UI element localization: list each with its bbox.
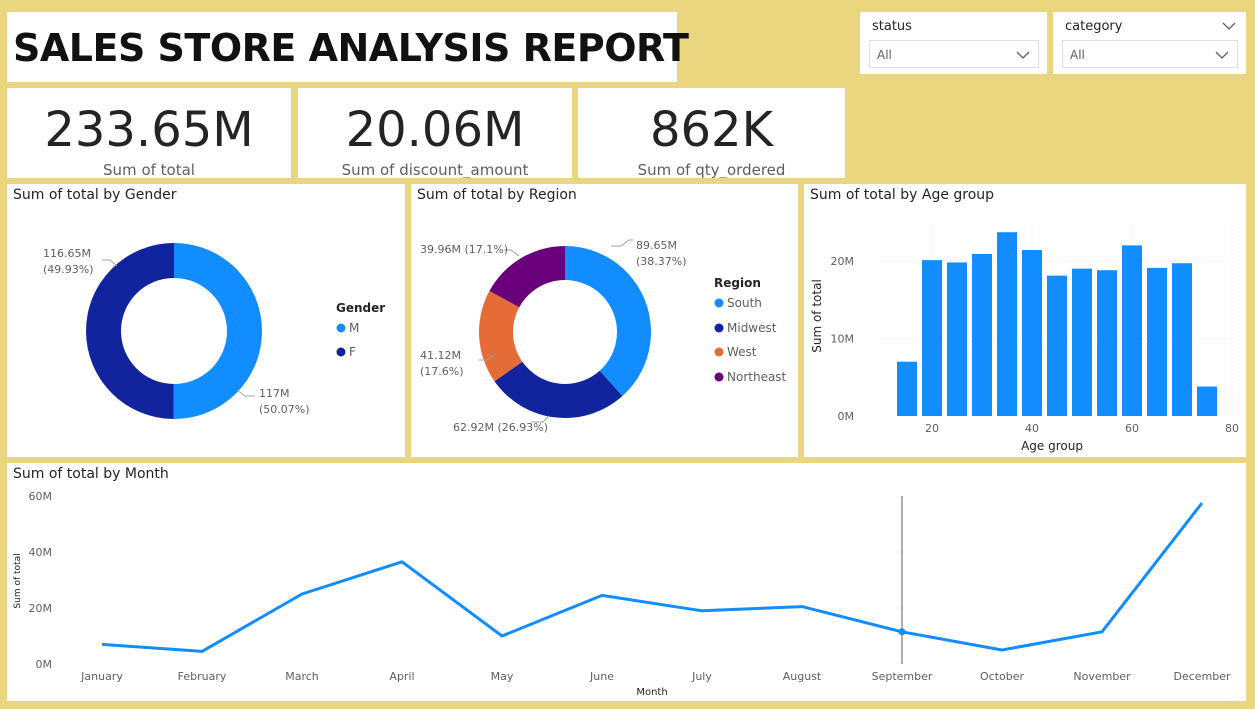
kpi-label: Sum of discount_amount xyxy=(341,161,529,178)
region-donut-chart[interactable]: Sum of total by Region 89.65M (38.37%) 3… xyxy=(411,184,798,457)
kpi-card-qty[interactable]: 862K Sum of qty_ordered xyxy=(578,88,845,178)
bar[interactable] xyxy=(1122,245,1142,416)
legend-item-west[interactable]: West xyxy=(727,345,757,359)
month-line-chart[interactable]: Sum of total by Month 0M 20M 40M 60M Januar… xyxy=(7,463,1246,701)
data-point-highlight[interactable] xyxy=(898,628,906,636)
data-label-m-pct: (50.07%) xyxy=(259,403,310,416)
x-tick-label: 40 xyxy=(1025,422,1039,435)
status-dropdown-value: All xyxy=(877,48,892,62)
x-tick-label: October xyxy=(980,670,1024,683)
data-label-m-value: 117M xyxy=(259,387,290,400)
data-label-south-value: 89.65M xyxy=(636,239,677,252)
gender-donut-chart[interactable]: Sum of total by Gender 116.65M (49.93%) … xyxy=(7,184,405,457)
donut-slice-m[interactable] xyxy=(173,243,262,419)
chevron-down-icon[interactable] xyxy=(1215,50,1229,60)
data-label-northeast: 39.96M (17.1%) xyxy=(420,243,508,256)
category-dropdown-value: All xyxy=(1070,48,1085,62)
kpi-label: Sum of qty_ordered xyxy=(637,161,786,178)
x-tick-label: March xyxy=(285,670,319,683)
region-donut-svg[interactable]: 89.65M (38.37%) 39.96M (17.1%) 41.12M (1… xyxy=(411,184,798,457)
data-label-west-value: 41.12M xyxy=(420,349,461,362)
legend-item-m[interactable]: M xyxy=(349,321,359,335)
x-tick-label: 80 xyxy=(1225,422,1239,435)
legend-item-south[interactable]: South xyxy=(727,296,762,310)
legend-marker-f xyxy=(336,347,346,357)
legend-title: Gender xyxy=(336,301,385,315)
data-label-south-pct: (38.37%) xyxy=(636,255,687,268)
legend-marker-m xyxy=(336,323,346,333)
x-tick-label: August xyxy=(783,670,822,683)
status-slicer-label: status xyxy=(872,19,912,34)
y-axis-title: Sum of total xyxy=(810,279,824,353)
chevron-down-icon[interactable] xyxy=(1016,50,1030,60)
donut-slice-south[interactable] xyxy=(565,246,651,397)
kpi-label: Sum of total xyxy=(103,161,195,178)
x-tick-label: February xyxy=(178,670,227,683)
bar[interactable] xyxy=(1197,386,1217,416)
report-title: SALES STORE ANALYSIS REPORT xyxy=(13,26,689,70)
bar[interactable] xyxy=(1172,263,1192,416)
kpi-card-discount[interactable]: 20.06M Sum of discount_amount xyxy=(298,88,572,178)
category-slicer[interactable]: category All xyxy=(1053,12,1246,74)
category-slicer-label: category xyxy=(1065,19,1123,34)
y-axis-title: Sum of total xyxy=(13,553,23,608)
legend-item-northeast[interactable]: Northeast xyxy=(727,370,787,384)
x-tick-label: 20 xyxy=(925,422,939,435)
donut-slice-f[interactable] xyxy=(85,243,174,419)
x-tick-label: December xyxy=(1173,670,1231,683)
x-tick-label: July xyxy=(691,670,712,683)
bar[interactable] xyxy=(997,232,1017,416)
status-slicer[interactable]: status All xyxy=(860,12,1047,74)
bar[interactable] xyxy=(947,262,967,416)
series-line[interactable] xyxy=(101,502,1204,653)
bar[interactable] xyxy=(972,253,992,416)
x-tick-label: June xyxy=(589,670,614,683)
kpi-value: 862K xyxy=(649,102,774,158)
x-axis-title: Age group xyxy=(1021,439,1083,453)
x-tick-label: January xyxy=(80,670,123,683)
category-dropdown[interactable]: All xyxy=(1062,40,1238,68)
data-label-west-pct: (17.6%) xyxy=(420,365,464,378)
gender-donut-svg[interactable]: 116.65M (49.93%) 117M (50.07%) Gender M … xyxy=(7,184,405,457)
y-tick-label: 40M xyxy=(29,546,53,559)
legend-marker-midwest xyxy=(714,323,724,333)
legend-marker-west xyxy=(714,347,724,357)
legend-marker-northeast xyxy=(714,372,724,382)
legend-item-f[interactable]: F xyxy=(349,345,356,359)
y-tick-label: 20M xyxy=(29,602,53,615)
x-tick-label: September xyxy=(872,670,933,683)
bar[interactable] xyxy=(1072,268,1092,416)
x-axis-title: Month xyxy=(636,687,667,698)
x-tick-label: May xyxy=(491,670,514,683)
bar[interactable] xyxy=(1097,270,1117,416)
y-tick-label: 0M xyxy=(838,410,855,423)
x-tick-label: April xyxy=(389,670,414,683)
legend-title: Region xyxy=(714,276,761,290)
bar[interactable] xyxy=(897,361,917,416)
y-tick-label: 0M xyxy=(36,658,53,671)
data-label-f-value: 116.65M xyxy=(43,247,91,260)
y-tick-label: 10M xyxy=(831,332,855,345)
bar[interactable] xyxy=(1047,275,1067,416)
kpi-value: 233.65M xyxy=(44,102,254,158)
kpi-card-total[interactable]: 233.65M Sum of total xyxy=(7,88,291,178)
x-tick-label: November xyxy=(1073,670,1131,683)
y-tick-label: 60M xyxy=(29,490,53,503)
status-dropdown[interactable]: All xyxy=(869,40,1039,68)
data-label-midwest: 62.92M (26.93%) xyxy=(453,421,548,434)
age-bar-svg[interactable]: 0M 10M 20M 20 40 60 80 Age group Sum of total xyxy=(804,184,1246,457)
bar[interactable] xyxy=(922,260,942,416)
legend-item-midwest[interactable]: Midwest xyxy=(727,321,777,335)
legend-marker-south xyxy=(714,298,724,308)
chevron-down-icon[interactable] xyxy=(1222,21,1236,31)
bar[interactable] xyxy=(1022,250,1042,416)
x-tick-label: 60 xyxy=(1125,422,1139,435)
data-label-f-pct: (49.93%) xyxy=(43,263,94,276)
report-title-panel: SALES STORE ANALYSIS REPORT xyxy=(7,12,689,82)
y-tick-label: 20M xyxy=(831,255,855,268)
bar[interactable] xyxy=(1147,267,1167,416)
month-line-svg[interactable]: 0M 20M 40M 60M January February March April May… xyxy=(7,463,1246,701)
kpi-value: 20.06M xyxy=(345,102,525,158)
age-group-bar-chart[interactable]: Sum of total by Age group 0M 10M 20M 20 40 6… xyxy=(804,184,1246,457)
